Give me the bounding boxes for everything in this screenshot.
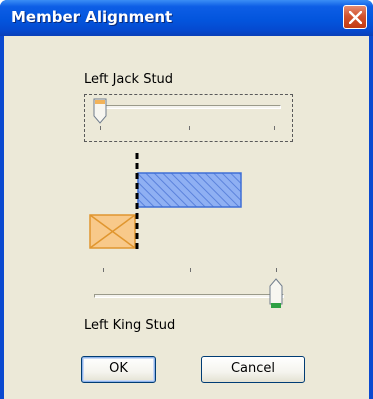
close-icon[interactable] [343, 5, 367, 29]
king-slider-tick [190, 268, 191, 272]
jack-stud-label: Left Jack Stud [84, 72, 174, 87]
king-slider-tick [276, 268, 277, 272]
window-title: Member Alignment [11, 8, 173, 26]
dialog-window: Member Alignment Left Jack Stud Left Kin… [0, 0, 373, 399]
cancel-button[interactable]: Cancel [201, 356, 305, 383]
king-stud-slider[interactable] [90, 268, 290, 308]
king-slider-track[interactable] [94, 294, 284, 298]
jack-slider-tick [274, 126, 275, 130]
king-slider-thumb[interactable] [268, 278, 284, 310]
king-stud-member [89, 214, 136, 249]
jack-stud-member [137, 172, 242, 208]
jack-slider-thumb[interactable] [92, 98, 108, 125]
jack-slider-tick [100, 126, 101, 130]
alignment-diagram [89, 153, 242, 250]
king-slider-tick [103, 268, 104, 272]
jack-slider-tick [189, 126, 190, 130]
king-stud-label: Left King Stud [84, 318, 176, 333]
jack-slider-track[interactable] [95, 105, 281, 109]
ok-button[interactable]: OK [81, 356, 156, 383]
jack-stud-slider[interactable] [84, 94, 293, 142]
title-bar[interactable]: Member Alignment [0, 0, 373, 36]
